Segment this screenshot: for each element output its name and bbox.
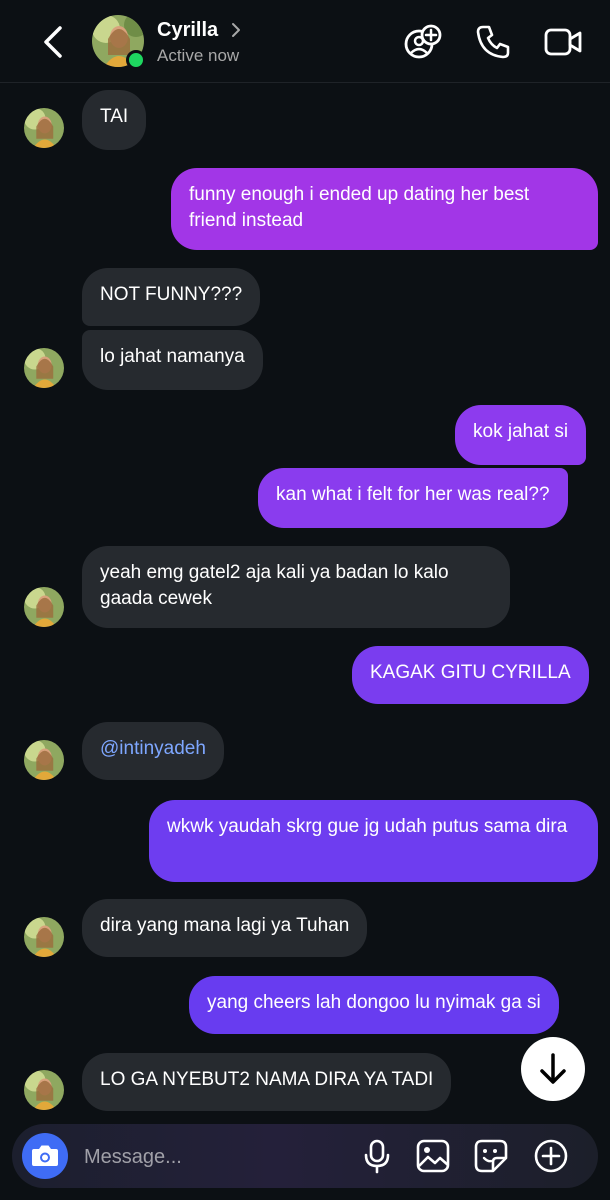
message-outgoing[interactable]: yang cheers lah dongoo lu nyimak ga si bbox=[189, 976, 559, 1034]
camera-button[interactable] bbox=[22, 1133, 68, 1179]
message-composer bbox=[12, 1124, 598, 1188]
contact-avatar-small[interactable] bbox=[24, 917, 64, 957]
video-icon[interactable] bbox=[543, 22, 583, 62]
message-incoming[interactable]: TAI bbox=[82, 90, 147, 150]
message-outgoing[interactable]: wkwk yaudah skrg gue jg udah putus sama … bbox=[149, 800, 598, 882]
contact-name[interactable]: Cyrilla bbox=[157, 19, 218, 42]
phone-icon[interactable] bbox=[473, 22, 513, 62]
scroll-down-button[interactable] bbox=[521, 1037, 585, 1101]
plus-icon[interactable] bbox=[533, 1138, 569, 1174]
message-incoming[interactable]: dira yang mana lagi ya Tuhan bbox=[82, 899, 368, 957]
message-incoming[interactable]: @intinyadeh bbox=[82, 722, 224, 780]
chat-header: Cyrilla Active now bbox=[0, 0, 610, 83]
contact-avatar-small[interactable] bbox=[24, 108, 64, 148]
contact-avatar-small[interactable] bbox=[24, 740, 64, 780]
message-outgoing[interactable]: KAGAK GITU CYRILLA bbox=[352, 646, 589, 704]
online-indicator bbox=[126, 50, 146, 70]
message-outgoing[interactable]: funny enough i ended up dating her best … bbox=[171, 168, 598, 250]
contact-avatar-small[interactable] bbox=[24, 348, 64, 388]
message-input[interactable] bbox=[82, 1140, 346, 1174]
gallery-icon[interactable] bbox=[415, 1138, 451, 1174]
message-incoming[interactable]: yeah emg gatel2 aja kali ya badan lo kal… bbox=[82, 546, 510, 628]
contact-status: Active now bbox=[157, 46, 240, 65]
add-people-icon[interactable] bbox=[403, 22, 443, 62]
sticker-icon[interactable] bbox=[473, 1138, 509, 1174]
arrow-down-icon bbox=[540, 1053, 566, 1084]
message-incoming[interactable]: NOT FUNNY??? bbox=[82, 268, 261, 326]
microphone-icon[interactable] bbox=[359, 1138, 395, 1174]
message-outgoing[interactable]: kan what i felt for her was real?? bbox=[258, 468, 568, 528]
mention-link[interactable]: @intinyadeh bbox=[100, 738, 206, 759]
contact-avatar-small[interactable] bbox=[24, 587, 64, 627]
message-incoming[interactable]: lo jahat namanya bbox=[82, 330, 263, 390]
chevron-right-icon[interactable] bbox=[230, 22, 242, 38]
contact-avatar-small[interactable] bbox=[24, 1070, 64, 1110]
message-outgoing[interactable]: kok jahat si bbox=[455, 405, 587, 465]
back-icon[interactable] bbox=[36, 22, 72, 62]
message-incoming[interactable]: LO GA NYEBUT2 NAMA DIRA YA TADI bbox=[82, 1053, 452, 1111]
camera-icon bbox=[32, 1145, 58, 1166]
